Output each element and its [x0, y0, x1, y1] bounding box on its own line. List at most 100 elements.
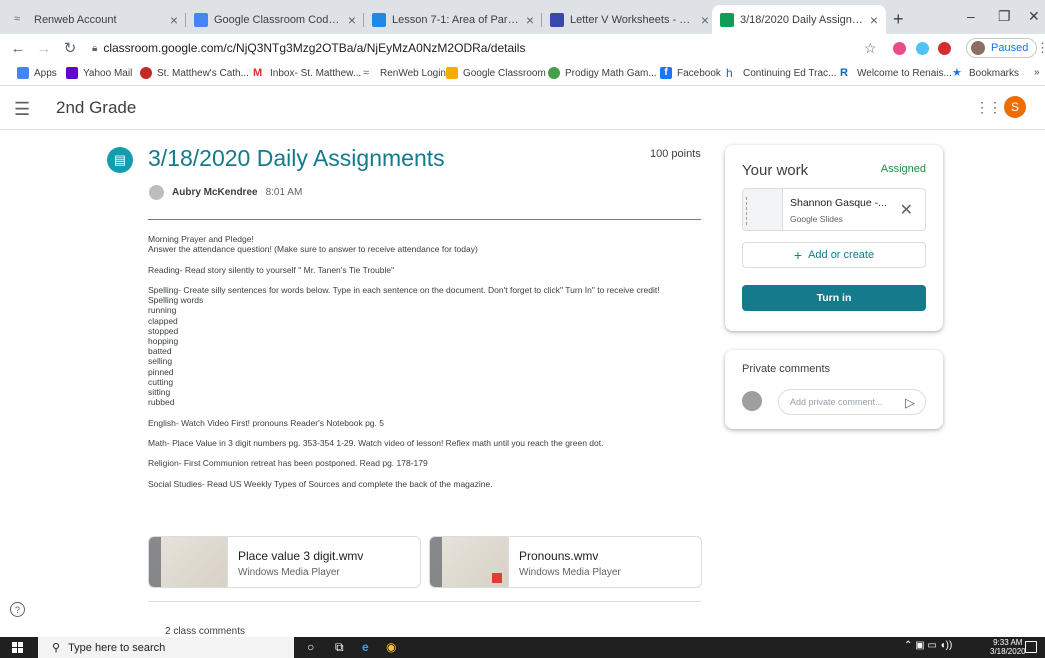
close-window-icon[interactable]: ✕	[1028, 8, 1040, 25]
bookmark-google-classroom[interactable]: Google Classroom	[446, 67, 546, 79]
user-avatar[interactable]: S	[1004, 96, 1026, 118]
tab-renweb-account[interactable]: ≈ Renweb Account ×	[6, 5, 186, 34]
tab-letter-v-worksheets[interactable]: Letter V Worksheets - Recognize ×	[542, 5, 717, 34]
browser-menu-icon[interactable]: ⋮	[1036, 40, 1045, 56]
bookmark-renweb-login[interactable]: ≈ RenWeb Login	[363, 67, 446, 79]
extension-icon[interactable]	[938, 42, 951, 55]
bookmark-apps[interactable]: Apps	[17, 67, 57, 79]
task-view-icon[interactable]: ⧉	[335, 640, 344, 655]
tab-lesson-7-1[interactable]: Lesson 7-1: Area of Parallelogram ×	[364, 5, 542, 34]
commenter-avatar	[742, 391, 762, 411]
close-icon[interactable]: ×	[701, 12, 709, 28]
extension-icon[interactable]	[893, 42, 906, 55]
attachment-pronouns-video[interactable]: Pronouns.wmv Windows Media Player	[429, 536, 702, 588]
facebook-icon: f	[660, 67, 672, 79]
minimize-icon[interactable]: –	[967, 8, 975, 24]
tab-daily-assignments[interactable]: 3/18/2020 Daily Assignments ×	[712, 5, 886, 34]
comment-placeholder: Add private comment...	[790, 397, 883, 407]
hamburger-menu-icon[interactable]: ☰	[14, 99, 30, 120]
file-name: Shannon Gasque -...	[790, 197, 887, 209]
forward-icon[interactable]: →	[36, 40, 52, 57]
bookmark-label: Google Classroom	[463, 67, 546, 79]
bookmark-label: Bookmarks	[969, 67, 1020, 79]
attachment-place-value-video[interactable]: Place value 3 digit.wmv Windows Media Pl…	[148, 536, 421, 588]
bookmark-folder-bookmarks[interactable]: ★ Bookmarks	[952, 67, 1019, 79]
windows-taskbar: ⚲ Type here to search ○ ⧉ e ◉ ⌃ ▣ ▭ ◖)) …	[0, 637, 1045, 658]
slides-thumbnail	[743, 189, 783, 230]
title-divider	[148, 219, 701, 220]
close-icon[interactable]: ×	[348, 12, 356, 28]
bookmark-prodigy[interactable]: Prodigy Math Gam...	[548, 67, 657, 79]
turn-in-button[interactable]: Turn in	[742, 285, 926, 311]
bookmarks-overflow-icon[interactable]: »	[1034, 67, 1040, 78]
windows-start-icon[interactable]	[12, 642, 23, 653]
remove-file-icon[interactable]: ✕	[900, 200, 913, 220]
your-work-title: Your work	[742, 162, 809, 179]
tab-title: Lesson 7-1: Area of Parallelogram	[392, 13, 520, 26]
star-icon: ★	[952, 67, 962, 79]
renweb-favicon-icon: ≈	[14, 12, 21, 25]
reload-icon[interactable]: ↻	[62, 39, 78, 57]
bookmark-label: Apps	[34, 67, 57, 79]
lock-icon: 🔒︎	[92, 42, 98, 54]
private-comment-input[interactable]: Add private comment... ▷	[778, 389, 926, 415]
assignment-icon: ▤	[107, 147, 133, 173]
tab-google-classroom-codes[interactable]: Google Classroom Codes - Goog ×	[186, 5, 364, 34]
help-icon[interactable]: ?	[10, 602, 25, 617]
profile-button[interactable]: Paused	[966, 38, 1038, 58]
restore-icon[interactable]: ❐	[998, 8, 1011, 25]
add-or-create-button[interactable]: + Add or create	[742, 242, 926, 268]
bookmark-yahoo-mail[interactable]: Yahoo Mail	[66, 67, 132, 79]
clock-time: 9:33 AM	[993, 638, 1023, 647]
comments-divider	[148, 601, 701, 602]
bookmark-label: St. Matthew's Cath...	[157, 67, 249, 79]
taskbar-search-box[interactable]: ⚲ Type here to search	[38, 637, 294, 658]
attachment-name: Pronouns.wmv	[519, 549, 599, 563]
edge-icon[interactable]: e	[362, 640, 369, 654]
bookmark-inbox[interactable]: M Inbox- St. Matthew...	[253, 67, 361, 79]
cortana-icon[interactable]: ○	[307, 640, 314, 654]
profile-status: Paused	[991, 42, 1029, 54]
bookmark-label: Yahoo Mail	[83, 67, 133, 79]
notifications-icon[interactable]	[1025, 641, 1037, 653]
bookmark-label: Inbox- St. Matthew...	[270, 67, 362, 79]
bookmark-renaissance[interactable]: R Welcome to Renais...	[840, 67, 952, 79]
bookmark-facebook[interactable]: f Facebook	[660, 67, 721, 79]
author-avatar	[149, 185, 164, 200]
close-icon[interactable]: ×	[170, 12, 178, 28]
attachment-type: Windows Media Player	[238, 567, 340, 578]
send-icon[interactable]: ▷	[905, 395, 915, 411]
extension-icon[interactable]	[916, 42, 929, 55]
bookmark-star-icon[interactable]: ☆	[864, 40, 877, 57]
class-comments-link[interactable]: 2 class comments	[165, 626, 245, 637]
browser-tab-bar: ≈ Renweb Account × Google Classroom Code…	[0, 0, 1045, 34]
bookmark-st-matthews[interactable]: St. Matthew's Cath...	[140, 67, 249, 79]
renweb-icon: ≈	[363, 67, 370, 79]
close-icon[interactable]: ×	[526, 12, 534, 28]
classroom-favicon-icon	[372, 12, 386, 27]
url-field[interactable]: 🔒︎ classroom.google.com/c/NjQ3NTg3Mzg2OT…	[92, 38, 892, 58]
address-bar-row: ← → ↻ 🔒︎ classroom.google.com/c/NjQ3NTg3…	[0, 34, 1045, 62]
system-tray-icons[interactable]: ⌃ ▣ ▭ ◖))	[904, 640, 952, 651]
attached-file[interactable]: Shannon Gasque -... Google Slides ✕	[742, 188, 926, 231]
renaissance-icon: R	[840, 67, 848, 79]
tab-title: 3/18/2020 Daily Assignments	[740, 13, 864, 26]
search-placeholder: Type here to search	[68, 641, 166, 654]
private-comments-card: Private comments Add private comment... …	[725, 350, 943, 429]
status-badge: Assigned	[880, 163, 926, 175]
continuing-ed-icon: h	[726, 66, 733, 80]
new-tab-icon[interactable]: +	[893, 9, 904, 30]
class-title[interactable]: 2nd Grade	[56, 98, 136, 118]
chrome-icon[interactable]: ◉	[386, 640, 396, 654]
apps-icon	[17, 67, 29, 79]
post-time: 8:01 AM	[265, 187, 303, 198]
taskbar-clock[interactable]: 9:33 AM 3/18/2020	[990, 638, 1026, 656]
tab-title: Renweb Account	[34, 13, 117, 26]
close-icon[interactable]: ×	[870, 12, 878, 28]
plus-icon: +	[793, 247, 803, 263]
bookmark-continuing-ed[interactable]: h Continuing Ed Trac...	[726, 67, 836, 79]
back-icon[interactable]: ←	[10, 40, 26, 57]
docs-favicon-icon	[194, 12, 208, 27]
bookmark-label: Welcome to Renais...	[857, 67, 952, 79]
attachment-type: Windows Media Player	[519, 567, 621, 578]
